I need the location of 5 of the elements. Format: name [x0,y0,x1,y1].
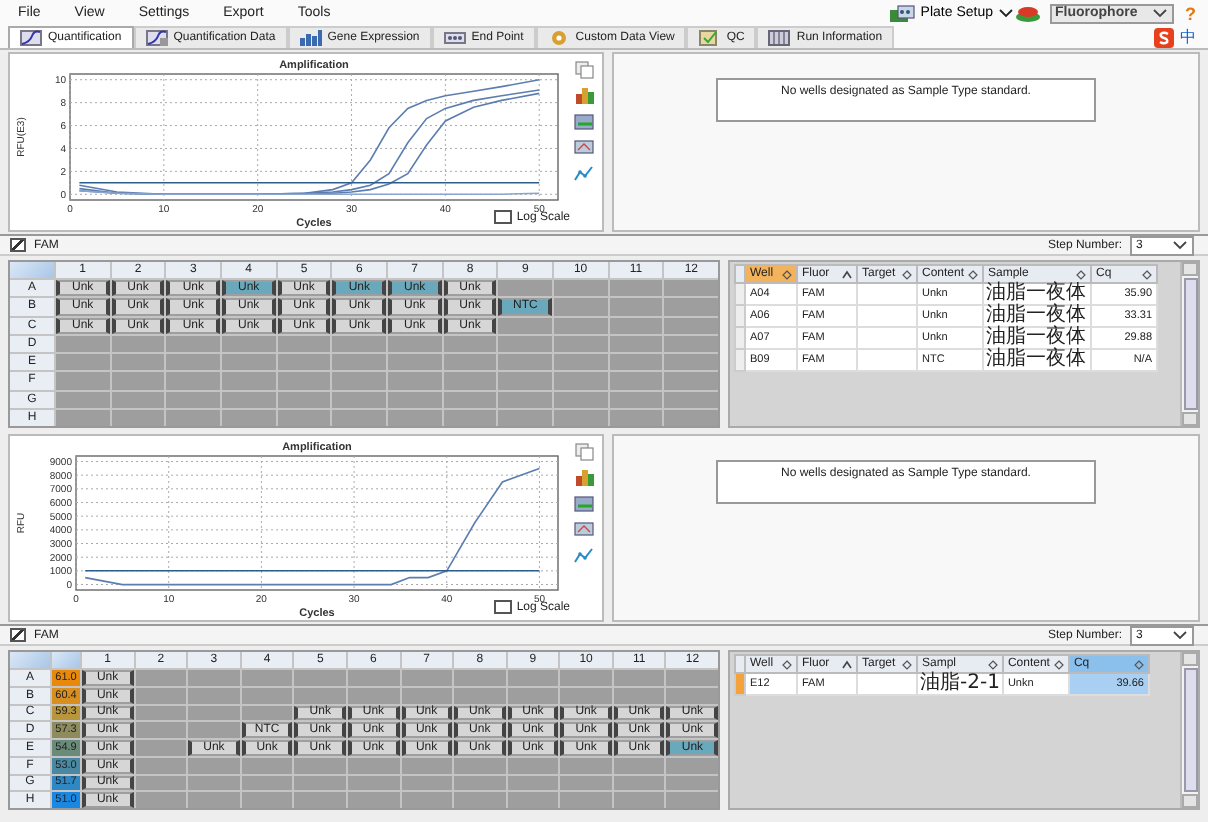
table-cell: 油脂-2-1 [917,673,1003,695]
table-cell: 油脂一夜体 [983,349,1091,371]
table-cell: 油脂一夜体 [983,327,1091,349]
table-cell: 油脂一夜体 [983,283,1091,305]
table-cell: 油脂一夜体 [983,305,1091,327]
